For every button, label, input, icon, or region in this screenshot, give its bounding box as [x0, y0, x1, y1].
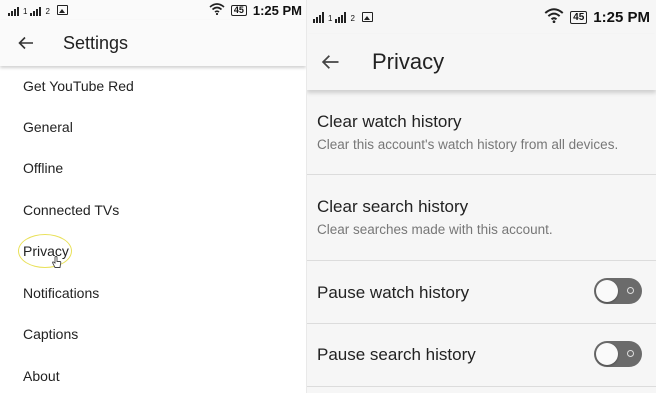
image-icon [56, 4, 68, 15]
sim-label: 2 [45, 6, 50, 16]
signal-icon [313, 11, 324, 23]
tap-highlight-ring [18, 234, 72, 268]
settings-screen: 1 2 45 1:25 PM Settings Get YouTube Red … [0, 0, 306, 393]
back-arrow-icon[interactable] [17, 36, 35, 50]
image-icon [361, 11, 373, 22]
clear-watch-history-row[interactable]: Clear watch history Clear this account's… [307, 90, 656, 174]
battery-icon: 45 [570, 10, 588, 24]
sim-label: 1 [23, 6, 28, 16]
privacy-screen: 1 2 45 1:25 PM Privacy Clear watch histo… [307, 0, 656, 393]
sim-label: 2 [350, 13, 355, 23]
menu-item-connected-tvs[interactable]: Connected TVs [23, 201, 119, 219]
signal-group: 1 2 [313, 11, 373, 23]
toggle-knob [596, 343, 618, 365]
pause-search-history-toggle[interactable] [594, 341, 642, 367]
app-bar: Privacy [307, 34, 656, 90]
signal-icon [8, 6, 19, 16]
menu-item-notifications[interactable]: Notifications [23, 284, 99, 302]
battery-icon: 45 [230, 4, 247, 16]
menu-item-captions[interactable]: Captions [23, 325, 78, 343]
wifi-icon [209, 2, 225, 18]
pause-watch-history-toggle[interactable] [594, 278, 642, 304]
status-bar: 1 2 45 1:25 PM [0, 0, 306, 20]
menu-item-offline[interactable]: Offline [23, 159, 63, 177]
hand-cursor-icon [52, 256, 62, 274]
menu-item-youtube-red[interactable]: Get YouTube Red [23, 77, 134, 95]
row-subtitle: Clear searches made with this account. [317, 222, 553, 237]
sim-label: 1 [328, 13, 333, 23]
clock: 1:25 PM [252, 2, 302, 18]
signal-group: 1 2 [8, 4, 68, 16]
status-bar: 1 2 45 1:25 PM [307, 0, 656, 34]
clear-search-history-row[interactable]: Clear search history Clear searches made… [307, 175, 656, 260]
wifi-icon [544, 7, 564, 27]
toggle-off-icon [627, 350, 634, 357]
row-title: Pause watch history [317, 283, 470, 302]
menu-item-general[interactable]: General [23, 118, 73, 136]
pause-watch-history-row[interactable]: Pause watch history [307, 261, 656, 323]
page-title: Settings [63, 32, 129, 53]
row-title: Clear search history [317, 197, 469, 216]
row-title: Pause search history [317, 345, 476, 364]
row-subtitle: Clear this account's watch history from … [317, 137, 619, 152]
signal-icon [335, 11, 347, 23]
signal-icon [30, 6, 42, 16]
toggle-knob [596, 280, 618, 302]
pause-search-history-row[interactable]: Pause search history [307, 324, 656, 386]
divider [307, 386, 656, 387]
row-title: Clear watch history [317, 112, 462, 131]
toggle-off-icon [627, 287, 634, 294]
menu-item-about[interactable]: About [23, 367, 60, 385]
back-arrow-icon[interactable] [319, 54, 341, 70]
page-title: Privacy [372, 49, 445, 74]
app-bar: Settings [0, 20, 306, 66]
clock: 1:25 PM [593, 8, 650, 26]
